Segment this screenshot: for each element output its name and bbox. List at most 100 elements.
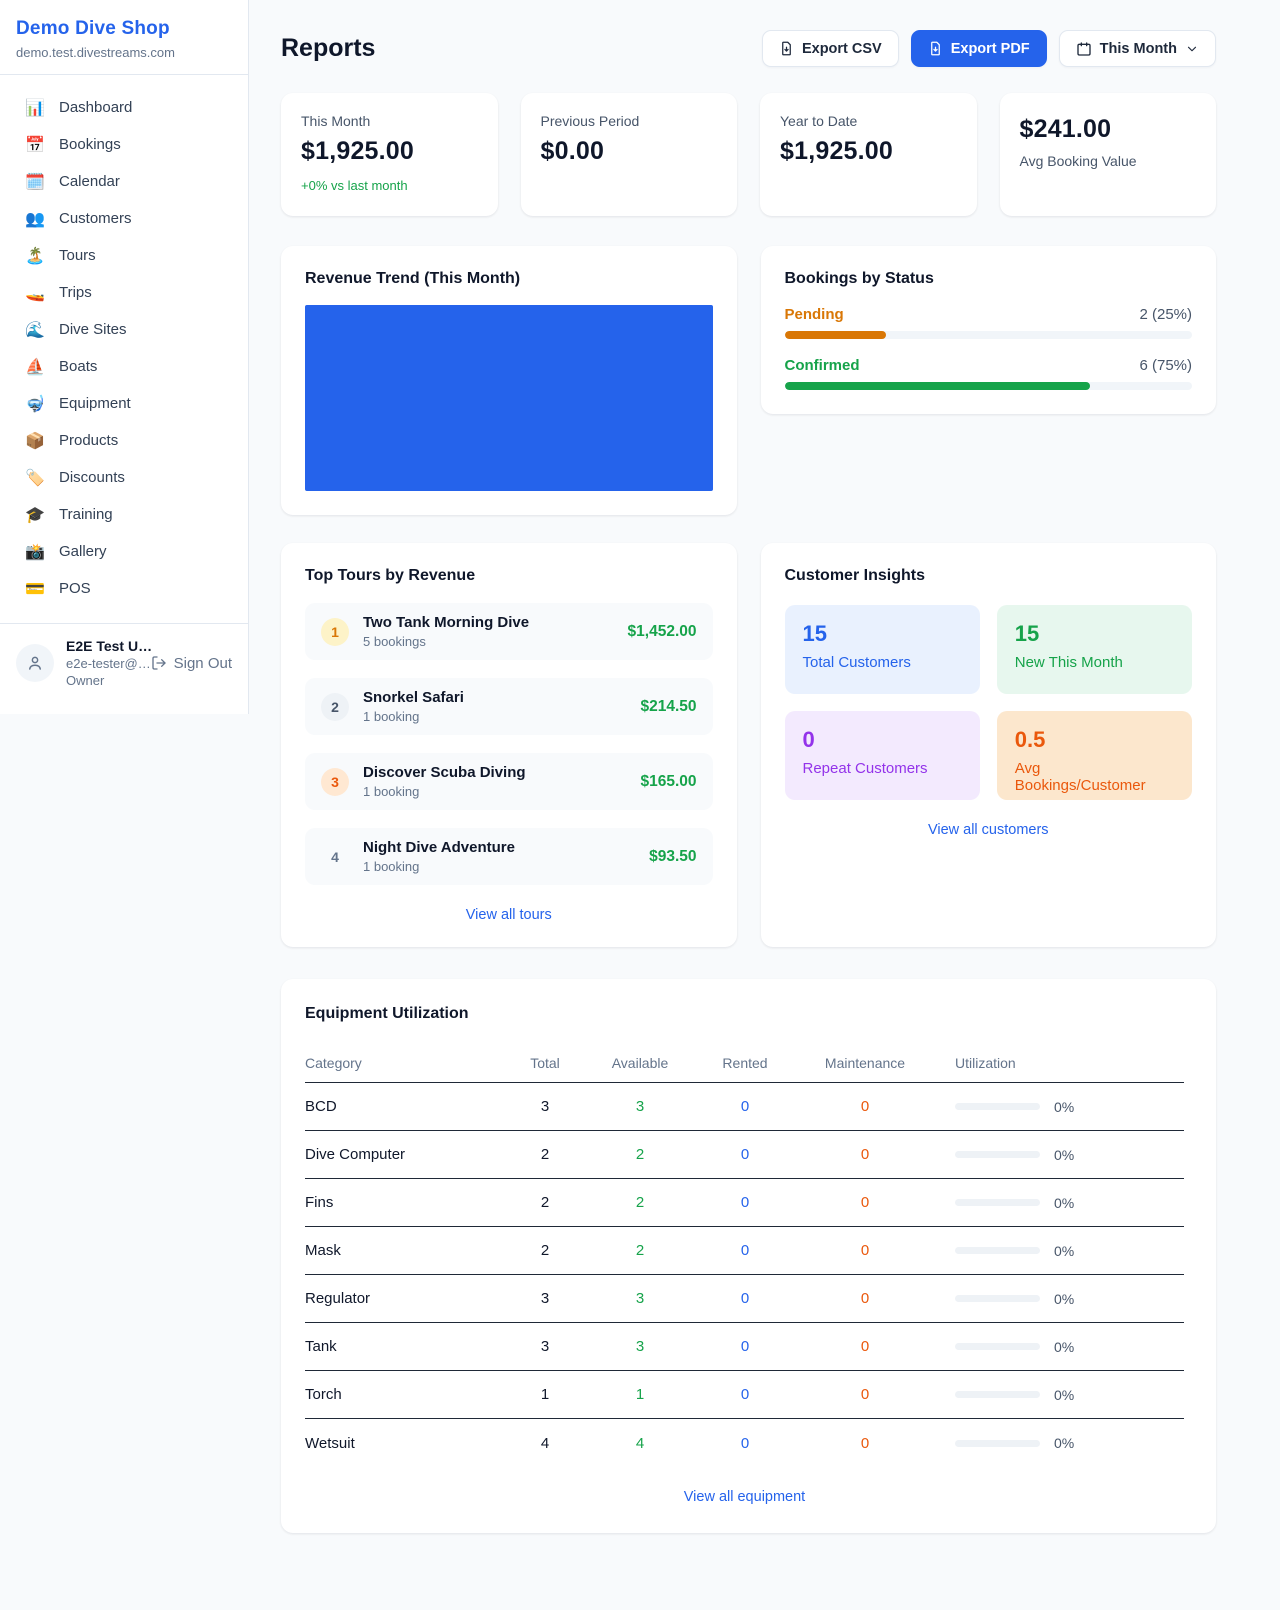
available-cell: 3 — [585, 1290, 695, 1307]
chevron-down-icon — [1185, 42, 1199, 56]
equipment-utilization-title: Equipment Utilization — [305, 1005, 1184, 1023]
rented-cell: 0 — [695, 1386, 795, 1403]
utilization-cell: 0% — [935, 1339, 1184, 1355]
stat-value: $1,925.00 — [780, 137, 957, 166]
available-cell: 3 — [585, 1098, 695, 1115]
column-header: Utilization — [935, 1055, 1184, 1071]
maintenance-cell: 0 — [795, 1386, 935, 1403]
rented-cell: 0 — [695, 1242, 795, 1259]
utilization-percent: 0% — [1054, 1435, 1074, 1451]
available-cell: 2 — [585, 1146, 695, 1163]
stat-card-avg-booking-value: $241.00 Avg Booking Value — [1000, 93, 1217, 216]
period-label: This Month — [1100, 41, 1177, 57]
sidebar-item-label: Training — [59, 506, 113, 523]
shop-title: Demo Dive Shop — [16, 18, 232, 40]
sidebar-item-label: Discounts — [59, 469, 125, 486]
utilization-cell: 0% — [935, 1435, 1184, 1451]
view-all-tours-link[interactable]: View all tours — [305, 907, 713, 923]
column-header: Available — [585, 1055, 695, 1071]
table-row: Dive Computer 2 2 0 0 0% — [305, 1131, 1184, 1179]
progress-fill-confirmed — [785, 382, 1091, 390]
table-row: Mask 2 2 0 0 0% — [305, 1227, 1184, 1275]
status-label: Confirmed — [785, 357, 860, 374]
utilization-bar — [955, 1440, 1040, 1447]
diving-mask-icon: 🤿 — [24, 396, 46, 412]
tour-revenue: $93.50 — [649, 848, 696, 866]
tile-value: 15 — [803, 621, 962, 647]
file-download-icon — [928, 41, 943, 56]
available-cell: 2 — [585, 1242, 695, 1259]
stat-value: $0.00 — [541, 137, 718, 166]
tile-repeat-customers: 0 Repeat Customers — [785, 711, 980, 800]
sidebar-item-products[interactable]: 📦 Products — [0, 422, 248, 459]
status-row-pending: Pending 2 (25%) — [785, 306, 1193, 339]
tag-icon: 🏷️ — [24, 470, 46, 486]
user-role: Owner — [66, 673, 137, 688]
customer-insights-card: Customer Insights 15 Total Customers 15 … — [761, 543, 1217, 947]
export-pdf-label: Export PDF — [951, 41, 1030, 57]
sidebar-item-dive-sites[interactable]: 🌊 Dive Sites — [0, 311, 248, 348]
tour-bookings: 5 bookings — [363, 634, 614, 649]
person-icon — [26, 654, 44, 672]
category-cell: Regulator — [305, 1290, 505, 1307]
sidebar-item-customers[interactable]: 👥 Customers — [0, 200, 248, 237]
people-icon: 👥 — [24, 211, 46, 227]
available-cell: 3 — [585, 1338, 695, 1355]
sidebar-item-label: Dive Sites — [59, 321, 127, 338]
maintenance-cell: 0 — [795, 1435, 935, 1452]
export-pdf-button[interactable]: Export PDF — [911, 30, 1047, 67]
column-header: Rented — [695, 1055, 795, 1071]
utilization-bar — [955, 1151, 1040, 1158]
sidebar-item-calendar[interactable]: 🗓️ Calendar — [0, 163, 248, 200]
category-cell: Fins — [305, 1194, 505, 1211]
total-cell: 3 — [505, 1098, 585, 1115]
calendar-icon: 🗓️ — [24, 174, 46, 190]
total-cell: 3 — [505, 1290, 585, 1307]
sign-out-button[interactable]: Sign Out — [151, 655, 232, 672]
column-header: Category — [305, 1055, 505, 1071]
rented-cell: 0 — [695, 1290, 795, 1307]
sidebar-item-label: Gallery — [59, 543, 107, 560]
wave-icon: 🌊 — [24, 322, 46, 338]
category-cell: Dive Computer — [305, 1146, 505, 1163]
sidebar-item-pos[interactable]: 💳 POS — [0, 570, 248, 607]
sidebar-header: Demo Dive Shop demo.test.divestreams.com — [0, 0, 248, 75]
maintenance-cell: 0 — [795, 1146, 935, 1163]
utilization-cell: 0% — [935, 1291, 1184, 1307]
revenue-trend-title: Revenue Trend (This Month) — [305, 270, 713, 288]
maintenance-cell: 0 — [795, 1194, 935, 1211]
tile-label: Total Customers — [803, 654, 962, 671]
sidebar-item-boats[interactable]: ⛵ Boats — [0, 348, 248, 385]
sidebar-item-label: Trips — [59, 284, 92, 301]
utilization-percent: 0% — [1054, 1195, 1074, 1211]
speedboat-icon: 🚤 — [24, 285, 46, 301]
tour-name: Discover Scuba Diving — [363, 764, 626, 781]
total-cell: 1 — [505, 1386, 585, 1403]
sidebar-item-dashboard[interactable]: 📊 Dashboard — [0, 89, 248, 126]
tile-value: 0.5 — [1015, 727, 1174, 753]
status-value: 6 (75%) — [1139, 357, 1192, 374]
utilization-cell: 0% — [935, 1243, 1184, 1259]
view-all-equipment-link[interactable]: View all equipment — [305, 1489, 1184, 1505]
sidebar-item-label: POS — [59, 580, 91, 597]
stat-label: Avg Booking Value — [1020, 153, 1197, 169]
sidebar-item-trips[interactable]: 🚤 Trips — [0, 274, 248, 311]
export-csv-button[interactable]: Export CSV — [762, 30, 899, 67]
equipment-utilization-card: Equipment Utilization Category Total Ava… — [281, 979, 1216, 1533]
sidebar-item-bookings[interactable]: 📅 Bookings — [0, 126, 248, 163]
sidebar-item-label: Products — [59, 432, 118, 449]
shop-domain: demo.test.divestreams.com — [16, 45, 232, 60]
column-header: Maintenance — [795, 1055, 935, 1071]
status-row-confirmed: Confirmed 6 (75%) — [785, 357, 1193, 390]
rank-badge: 1 — [321, 618, 349, 646]
tour-bookings: 1 booking — [363, 784, 626, 799]
sidebar-item-training[interactable]: 🎓 Training — [0, 496, 248, 533]
sidebar-item-gallery[interactable]: 📸 Gallery — [0, 533, 248, 570]
sidebar-item-equipment[interactable]: 🤿 Equipment — [0, 385, 248, 422]
tile-label: Avg Bookings/Customer — [1015, 760, 1174, 794]
sidebar-item-discounts[interactable]: 🏷️ Discounts — [0, 459, 248, 496]
view-all-customers-link[interactable]: View all customers — [785, 822, 1193, 838]
utilization-cell: 0% — [935, 1099, 1184, 1115]
period-dropdown[interactable]: This Month — [1059, 30, 1216, 67]
sidebar-item-tours[interactable]: 🏝️ Tours — [0, 237, 248, 274]
